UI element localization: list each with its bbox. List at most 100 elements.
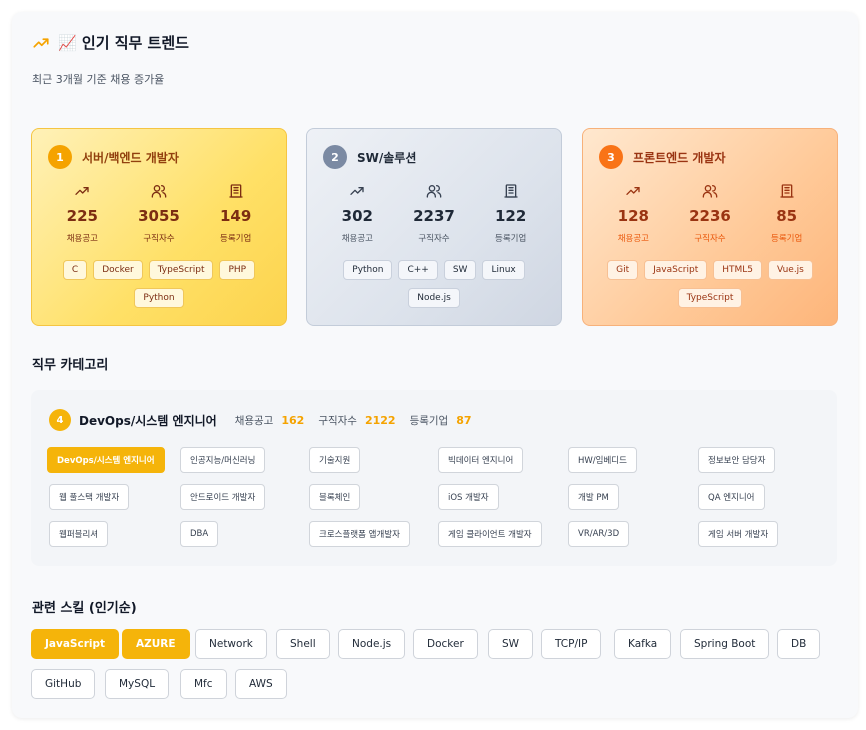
- category-item[interactable]: 기술지원: [309, 447, 361, 473]
- category-item[interactable]: 게임 서버 개발자: [698, 521, 779, 547]
- skill-chip[interactable]: AZURE: [122, 629, 190, 659]
- users-icon: [426, 183, 442, 199]
- postings-value: 162: [281, 413, 305, 427]
- stat-value: 302: [341, 207, 373, 225]
- selected-category-summary: 4 DevOps/시스템 엔지니어 채용공고 162 구직자수 2122 등록기…: [49, 409, 472, 431]
- companies-value: 87: [456, 413, 472, 427]
- stat-label: 구직자수: [418, 234, 450, 244]
- trending-up-icon: [625, 183, 641, 199]
- skill-chip[interactable]: Network: [195, 629, 267, 659]
- skill-tag[interactable]: Node.js: [408, 288, 460, 308]
- skill-tag[interactable]: Vue.js: [768, 260, 813, 280]
- skill-chip[interactable]: DB: [777, 629, 821, 659]
- category-item[interactable]: 크로스플랫폼 앱개발자: [309, 521, 410, 547]
- category-item[interactable]: iOS 개발자: [438, 484, 499, 510]
- postings-stat: 225 채용공고: [47, 183, 117, 244]
- seekers-stat: 2236 구직자수: [675, 183, 745, 244]
- stat-value: 122: [494, 207, 527, 225]
- companies-stat: 149 등록기업: [201, 183, 271, 244]
- header: 📈 인기 직무 트렌드: [32, 32, 189, 53]
- category-item[interactable]: 개발 PM: [568, 484, 619, 510]
- skill-tag[interactable]: Git: [607, 260, 639, 280]
- building-icon: [779, 183, 795, 199]
- skill-chip[interactable]: Shell: [276, 629, 330, 659]
- category-item[interactable]: 블록체인: [309, 484, 361, 510]
- category-item[interactable]: 게임 클라이언트 개발자: [438, 521, 542, 547]
- job-name: SW/솔루션: [357, 150, 417, 165]
- skill-tag[interactable]: Docker: [93, 260, 143, 280]
- skill-tags: C Docker TypeScript PHP Python: [44, 260, 274, 308]
- skill-tag[interactable]: JavaScript: [644, 260, 708, 280]
- category-item[interactable]: 빅데이터 엔지니어: [438, 447, 524, 473]
- companies-stat: 85 등록기업: [752, 183, 822, 244]
- stat-value: 225: [66, 207, 98, 225]
- category-item[interactable]: HW/임베디드: [568, 447, 637, 473]
- job-name: 서버/백엔드 개발자: [82, 150, 179, 165]
- skills-section-title: 관련 스킬 (인기순): [32, 601, 137, 616]
- skill-tag[interactable]: Python: [343, 260, 393, 280]
- category-item[interactable]: 웹 풀스택 개발자: [49, 484, 130, 510]
- category-item[interactable]: VR/AR/3D: [568, 521, 630, 547]
- stat-label: 채용공고: [66, 234, 98, 244]
- stat-value: 149: [219, 207, 252, 225]
- skill-tag[interactable]: C++: [398, 260, 438, 280]
- skill-chip[interactable]: MySQL: [105, 669, 170, 699]
- postings-label: 채용공고: [234, 414, 274, 427]
- category-item-devops[interactable]: DevOps/시스템 엔지니어: [47, 447, 165, 473]
- companies-stat: 122 등록기업: [476, 183, 546, 244]
- trending-up-icon: [32, 34, 50, 52]
- stat-label: 등록기업: [495, 234, 527, 244]
- page-subtitle: 최근 3개월 기준 채용 증가율: [32, 73, 165, 86]
- postings-stat: 302 채용공고: [322, 183, 392, 244]
- top-job-card-3[interactable]: 3 프론트엔드 개발자 128 채용공고 2236 구직자수 85 등록기업 G…: [582, 128, 838, 326]
- stat-label: 등록기업: [220, 234, 252, 244]
- building-icon: [503, 183, 519, 199]
- category-item[interactable]: 웹퍼블리셔: [49, 521, 109, 547]
- top-job-card-2[interactable]: 2 SW/솔루션 302 채용공고 2237 구직자수 122 등록기업 Pyt…: [306, 128, 562, 326]
- skill-chip[interactable]: Kafka: [614, 629, 672, 659]
- skill-tag[interactable]: C: [62, 260, 88, 280]
- building-icon: [228, 183, 244, 199]
- skill-chip[interactable]: TCP/IP: [541, 629, 602, 659]
- rank-badge: 4: [49, 409, 71, 431]
- skill-chip[interactable]: Spring Boot: [680, 629, 770, 659]
- stat-value: 3055: [138, 207, 180, 225]
- skill-tag[interactable]: TypeScript: [677, 288, 743, 308]
- selected-category-name: DevOps/시스템 엔지니어: [79, 413, 217, 428]
- skill-tag[interactable]: SW: [443, 260, 477, 280]
- trend-card: 📈 인기 직무 트렌드 최근 3개월 기준 채용 증가율 1 서버/백엔드 개발…: [12, 12, 858, 718]
- rank-badge: 2: [323, 145, 347, 169]
- stat-label: 채용공고: [341, 234, 373, 244]
- page-title: 📈 인기 직무 트렌드: [58, 34, 189, 52]
- rank-badge: 3: [599, 145, 623, 169]
- category-section-title: 직무 카테고리: [32, 358, 109, 373]
- trending-up-icon: [74, 183, 90, 199]
- skill-tag[interactable]: HTML5: [713, 260, 763, 280]
- skill-tag[interactable]: PHP: [219, 260, 256, 280]
- seekers-stat: 2237 구직자수: [399, 183, 469, 244]
- skill-chip[interactable]: Node.js: [338, 629, 406, 659]
- skill-chip[interactable]: SW: [488, 629, 534, 659]
- skill-tag[interactable]: Python: [134, 288, 184, 308]
- category-item[interactable]: 인공지능/머신러닝: [180, 447, 266, 473]
- category-item[interactable]: 정보보안 담당자: [698, 447, 776, 473]
- skill-chip[interactable]: Mfc: [180, 669, 227, 699]
- stat-value: 128: [617, 207, 649, 225]
- stat-value: 2236: [689, 207, 731, 225]
- skill-tag[interactable]: Linux: [482, 260, 525, 280]
- skill-chip[interactable]: GitHub: [31, 669, 96, 699]
- seekers-label: 구직자수: [318, 414, 357, 427]
- category-item[interactable]: DBA: [180, 521, 219, 547]
- users-icon: [702, 183, 718, 199]
- skill-chip[interactable]: AWS: [235, 669, 287, 699]
- skill-chip[interactable]: JavaScript: [31, 629, 120, 659]
- category-item[interactable]: 안드로이드 개발자: [180, 484, 266, 510]
- skill-tag[interactable]: TypeScript: [148, 260, 214, 280]
- category-item[interactable]: QA 엔지니어: [698, 484, 765, 510]
- seekers-value: 2122: [364, 413, 396, 427]
- top-job-card-1[interactable]: 1 서버/백엔드 개발자 225 채용공고 3055 구직자수 149 등록기업…: [31, 128, 287, 326]
- skill-chip[interactable]: Docker: [413, 629, 478, 659]
- category-panel: 4 DevOps/시스템 엔지니어 채용공고 162 구직자수 2122 등록기…: [31, 390, 837, 566]
- stat-label: 채용공고: [617, 234, 649, 244]
- rank-badge: 1: [48, 145, 72, 169]
